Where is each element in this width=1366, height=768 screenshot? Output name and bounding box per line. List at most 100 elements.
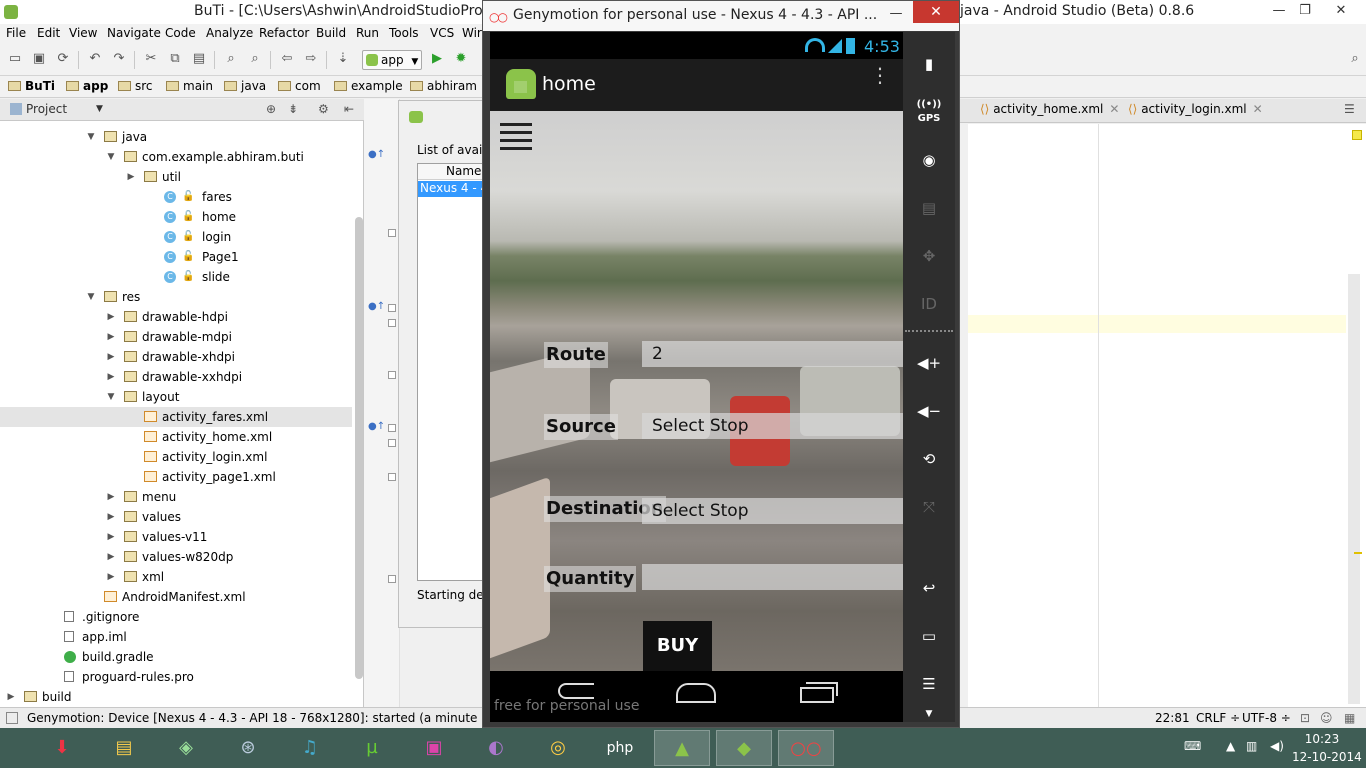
show-hidden-icons-icon[interactable]: ▲ xyxy=(1226,739,1235,753)
genymotion-icon[interactable]: ○○ xyxy=(778,730,834,766)
download-app-icon[interactable]: ⬇ xyxy=(34,730,90,766)
error-stripe-marker[interactable] xyxy=(1354,552,1362,554)
recent-apps-icon[interactable] xyxy=(800,682,838,703)
copy-icon[interactable]: ⧉ xyxy=(166,50,184,68)
tree-item[interactable]: ▼ com.example.abhiram.buti xyxy=(0,147,352,167)
override-icon[interactable]: ●↑ xyxy=(368,301,385,312)
tree-item[interactable]: activity_fares.xml xyxy=(0,407,352,427)
sync-scroll-icon[interactable]: ⊕ xyxy=(266,102,276,116)
menu-navigate[interactable]: Navigate xyxy=(107,26,161,40)
expand-arrow-down-icon[interactable]: ▼ xyxy=(86,287,96,307)
tree-item[interactable]: Clogin 🔓 xyxy=(0,227,352,247)
menu-edit[interactable]: Edit xyxy=(37,26,60,40)
fold-marker[interactable] xyxy=(388,304,396,312)
tree-item[interactable]: ▶ xml xyxy=(0,567,352,587)
close-button[interactable]: ✕ xyxy=(1326,0,1356,22)
recent-apps-icon[interactable]: ▭ xyxy=(915,622,943,650)
menu-vcs[interactable]: VCS xyxy=(430,26,454,40)
breadcrumb-item[interactable]: app xyxy=(66,79,108,93)
android-app-icon[interactable]: ◆ xyxy=(716,730,772,766)
run-icon[interactable]: ▶ xyxy=(428,50,446,68)
minimize-button[interactable]: — xyxy=(881,3,911,25)
tree-item[interactable]: ▶ build xyxy=(0,687,352,707)
tree-item[interactable]: ▶ util xyxy=(0,167,352,187)
network-icon[interactable]: ⊛ xyxy=(220,730,276,766)
collapse-all-icon[interactable]: ⇟ xyxy=(288,102,298,116)
back-icon[interactable]: ↩ xyxy=(915,574,943,602)
breadcrumb-item[interactable]: com xyxy=(278,79,321,93)
tree-item[interactable]: ▼ java xyxy=(0,127,352,147)
tree-item[interactable]: ▶ values-w820dp xyxy=(0,547,352,567)
expand-arrow-right-icon[interactable]: ▶ xyxy=(106,547,116,567)
menu-run[interactable]: Run xyxy=(356,26,379,40)
settings-gear-icon[interactable]: ⚙ xyxy=(318,102,329,116)
buy-button[interactable]: BUY xyxy=(643,621,712,671)
tree-item[interactable]: ▶ values xyxy=(0,507,352,527)
volume-icon[interactable]: ◀) xyxy=(1270,739,1284,753)
override-icon[interactable]: ●↑ xyxy=(368,149,385,160)
expand-arrow-right-icon[interactable]: ▶ xyxy=(106,327,116,347)
fold-marker[interactable] xyxy=(388,319,396,327)
expand-arrow-down-icon[interactable]: ▼ xyxy=(106,147,116,167)
volume-down-icon[interactable]: ◀− xyxy=(915,397,943,425)
tree-item[interactable]: proguard-rules.pro xyxy=(0,667,352,687)
expand-arrow-right-icon[interactable]: ▶ xyxy=(106,507,116,527)
line-separator-select[interactable]: CRLF ÷ xyxy=(1196,711,1240,725)
tab-list-icon[interactable]: ☰ xyxy=(1344,102,1355,116)
breadcrumb-item[interactable]: BuTi xyxy=(8,79,55,93)
encoding-select[interactable]: UTF-8 ÷ xyxy=(1242,711,1291,725)
home-icon[interactable] xyxy=(676,683,716,703)
navigation-drawer-icon[interactable] xyxy=(500,123,534,155)
fold-marker[interactable] xyxy=(388,439,396,447)
code-editor[interactable] xyxy=(968,124,1366,707)
nvidia-icon[interactable]: ◈ xyxy=(158,730,214,766)
fold-marker[interactable] xyxy=(388,371,396,379)
route-field[interactable]: 2 xyxy=(642,341,903,367)
tool-windows-icon[interactable] xyxy=(6,712,18,724)
breadcrumb-item[interactable]: example xyxy=(334,79,403,93)
menu-code[interactable]: Code xyxy=(165,26,196,40)
tree-item[interactable]: AndroidManifest.xml xyxy=(0,587,352,607)
close-tab-icon[interactable]: ✕ xyxy=(1253,102,1263,116)
rotate-icon[interactable]: ⟲ xyxy=(915,445,943,473)
tree-item[interactable]: ▶ menu xyxy=(0,487,352,507)
tree-item[interactable]: Cslide 🔓 xyxy=(0,267,352,287)
scroll-down-icon[interactable]: ▼ xyxy=(915,700,943,728)
tree-item[interactable]: ▼ res xyxy=(0,287,352,307)
breadcrumb-item[interactable]: main xyxy=(166,79,213,93)
lock-icon[interactable]: ⊡ xyxy=(1300,711,1310,725)
back-arrow-icon[interactable]: ⇦ xyxy=(278,50,296,68)
menu-view[interactable]: View xyxy=(69,26,97,40)
menu-analyze[interactable]: Analyze xyxy=(206,26,253,40)
back-icon[interactable] xyxy=(558,683,594,699)
menu-refactor[interactable]: Refactor xyxy=(259,26,309,40)
battery-icon[interactable]: ▮ xyxy=(915,50,943,78)
run-configuration-select[interactable]: app ▼ xyxy=(362,50,422,70)
find-icon[interactable]: ⌕ xyxy=(222,50,240,68)
utorrent-icon[interactable]: µ xyxy=(344,730,400,766)
menu-tools[interactable]: Tools xyxy=(389,26,419,40)
volume-up-icon[interactable]: ◀+ xyxy=(915,349,943,377)
tree-item[interactable]: C Page1 🔓 xyxy=(0,247,352,267)
chrome-icon[interactable]: ◎ xyxy=(530,730,586,766)
expand-arrow-right-icon[interactable]: ▶ xyxy=(106,367,116,387)
project-scrollbar[interactable] xyxy=(355,217,363,679)
tree-item[interactable]: build.gradle xyxy=(0,647,352,667)
inspector-icon[interactable]: ☺ xyxy=(1320,711,1333,725)
destination-spinner[interactable]: Select Stop xyxy=(642,498,903,524)
debug-icon[interactable]: ✹ xyxy=(452,50,470,68)
cut-icon[interactable]: ✂ xyxy=(142,50,160,68)
itunes-icon[interactable]: ♫ xyxy=(282,730,338,766)
tree-item[interactable]: ▶ drawable-hdpi xyxy=(0,307,352,327)
open-icon[interactable]: ▭ xyxy=(6,50,24,68)
tree-item[interactable]: ▶ drawable-xxhdpi xyxy=(0,367,352,387)
tree-item[interactable]: Chome 🔓 xyxy=(0,207,352,227)
app-launcher-icon[interactable] xyxy=(506,69,536,99)
close-button[interactable]: ✕ xyxy=(913,1,959,23)
expand-arrow-down-icon[interactable]: ▼ xyxy=(86,127,96,147)
menu-build[interactable]: Build xyxy=(316,26,346,40)
mediamonkey-icon[interactable]: ▣ xyxy=(406,730,462,766)
gps-icon[interactable]: ((•)) GPS xyxy=(915,98,943,126)
paste-icon[interactable]: ▤ xyxy=(190,50,208,68)
tab-activity-home[interactable]: ⟨⟩ activity_home.xml ✕ xyxy=(980,102,1119,116)
